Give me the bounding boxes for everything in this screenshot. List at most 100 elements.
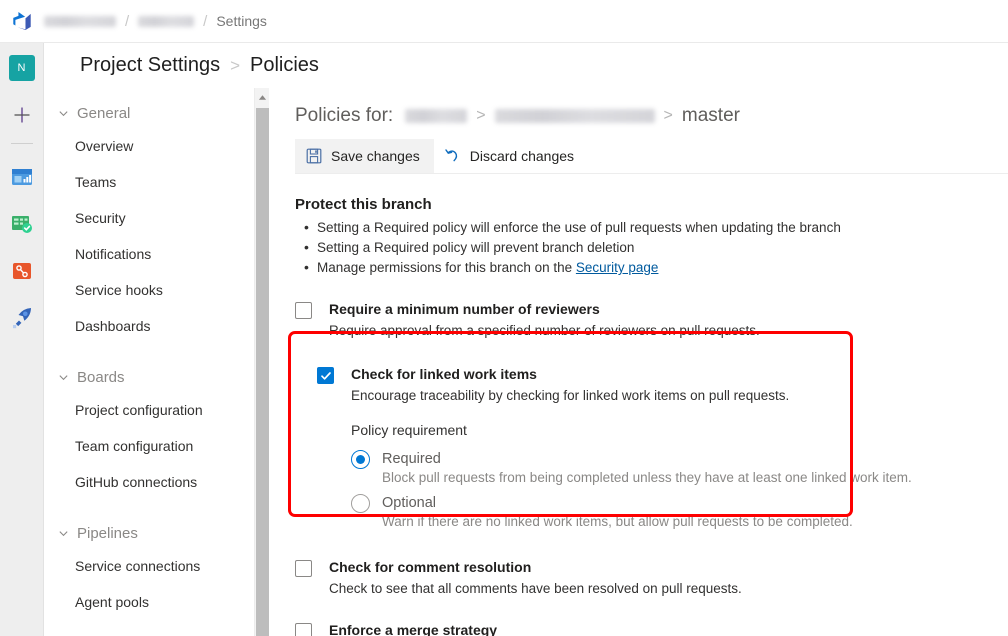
policy-header: Enforce a merge strategy	[295, 622, 1008, 636]
nav-item-label: Service hooks	[75, 282, 163, 298]
bullet-prefix: Manage permissions for this branch on th…	[317, 260, 576, 275]
radio-label: Optional	[382, 494, 853, 512]
sidebar-item-service-hooks[interactable]: Service hooks	[44, 272, 254, 308]
repos-icon[interactable]	[8, 257, 36, 285]
nav-item-label: Teams	[75, 174, 116, 190]
policies-crumb-repo-blurred[interactable]	[495, 109, 655, 123]
policy-description: Check to see that all comments have been…	[329, 581, 1008, 596]
page-title-separator: >	[220, 56, 250, 76]
nav-scrollbar[interactable]	[254, 88, 269, 636]
protect-branch-heading: Protect this branch	[295, 196, 1008, 213]
rail-divider	[11, 143, 33, 144]
policy-option-optional[interactable]: Optional Warn if there are no linked wor…	[351, 494, 1008, 529]
radio-required[interactable]	[351, 450, 370, 469]
nav-group-label: General	[77, 105, 130, 122]
chevron-down-icon	[56, 526, 70, 540]
policy-enforce-merge-strategy: Enforce a merge strategy Require a speci…	[295, 622, 1008, 636]
breadcrumb-settings[interactable]: Settings	[216, 13, 267, 29]
discard-changes-button[interactable]: Discard changes	[434, 139, 588, 173]
policy-header: Require a minimum number of reviewers	[295, 301, 1008, 319]
radio-optional[interactable]	[351, 494, 370, 513]
chevron-down-icon	[56, 370, 70, 384]
sidebar-item-dashboards[interactable]: Dashboards	[44, 308, 254, 344]
chevron-down-icon	[56, 106, 70, 120]
policy-option-required[interactable]: Required Block pull requests from being …	[351, 450, 1008, 485]
nav-item-label: Agent pools	[75, 594, 149, 610]
policy-check-linked-work-items: Check for linked work items Encourage tr…	[317, 366, 1008, 529]
policies-crumb-project-blurred[interactable]	[405, 109, 467, 123]
sidebar-item-security[interactable]: Security	[44, 200, 254, 236]
bullet-item-with-link: Manage permissions for this branch on th…	[295, 258, 1008, 278]
save-floppy-icon	[305, 148, 322, 165]
nav-group-label: Pipelines	[77, 525, 138, 542]
nav-group-general[interactable]: General	[44, 98, 254, 128]
left-icon-rail: N	[0, 43, 44, 636]
sidebar-item-team-configuration[interactable]: Team configuration	[44, 428, 254, 464]
sidebar-item-service-connections[interactable]: Service connections	[44, 548, 254, 584]
avatar[interactable]: N	[9, 55, 35, 81]
pipelines-icon[interactable]	[8, 304, 36, 332]
policy-description: Require approval from a specified number…	[329, 323, 1008, 338]
policy-header: Check for linked work items	[317, 366, 1008, 384]
policies-crumb-separator-2: >	[655, 107, 682, 125]
nav-item-label: GitHub connections	[75, 474, 197, 490]
sidebar-item-agent-pools[interactable]: Agent pools	[44, 584, 254, 620]
policy-checkbox-enforce-merge-strategy[interactable]	[295, 623, 312, 636]
overview-icon[interactable]	[8, 163, 36, 191]
radio-label: Required	[382, 450, 912, 468]
bullet-item: Setting a Required policy will prevent b…	[295, 238, 1008, 258]
radio-text-block: Optional Warn if there are no linked wor…	[382, 494, 853, 529]
policies-crumb-separator-1: >	[467, 107, 494, 125]
breadcrumb-separator-2: /	[194, 13, 216, 30]
policy-checkbox-check-comment-resolution[interactable]	[295, 560, 312, 577]
breadcrumb: / / Settings	[44, 13, 267, 30]
policy-requirement-label: Policy requirement	[351, 422, 1008, 438]
save-changes-button[interactable]: Save changes	[295, 139, 434, 173]
policy-title: Require a minimum number of reviewers	[329, 301, 600, 317]
checkmark-icon	[320, 370, 332, 382]
page-subtitle: Policies	[250, 54, 319, 77]
sidebar-item-overview[interactable]: Overview	[44, 128, 254, 164]
nav-item-label: Team configuration	[75, 438, 193, 454]
policies-crumb-branch: master	[682, 105, 740, 127]
nav-spacer	[44, 500, 254, 518]
protect-branch-bullets: Setting a Required policy will enforce t…	[295, 218, 1008, 278]
azure-devops-logo-icon[interactable]	[0, 0, 44, 43]
radio-text-block: Required Block pull requests from being …	[382, 450, 912, 485]
nav-item-label: Service connections	[75, 558, 200, 574]
policy-title: Check for comment resolution	[329, 559, 531, 575]
sidebar-item-github-connections[interactable]: GitHub connections	[44, 464, 254, 500]
policy-require-minimum-reviewers: Require a minimum number of reviewers Re…	[295, 301, 1008, 338]
page-title[interactable]: Project Settings	[80, 54, 220, 77]
policy-title: Enforce a merge strategy	[329, 622, 497, 636]
policy-checkbox-require-minimum-reviewers[interactable]	[295, 302, 312, 319]
breadcrumb-separator-1: /	[116, 13, 138, 30]
sidebar-item-notifications[interactable]: Notifications	[44, 236, 254, 272]
sidebar-item-teams[interactable]: Teams	[44, 164, 254, 200]
policy-checkbox-check-linked-work-items[interactable]	[317, 367, 334, 384]
policy-check-comment-resolution: Check for comment resolution Check to se…	[295, 559, 1008, 596]
nav-item-label: Security	[75, 210, 126, 226]
policy-toolbar: Save changes Discard changes	[295, 139, 1008, 174]
main-content: Policies for: > > master Save changes	[269, 88, 1008, 636]
breadcrumb-organization-blurred[interactable]	[44, 16, 116, 27]
page-header: Project Settings > Policies	[44, 43, 1008, 88]
settings-nav: General Overview Teams Security Notifica…	[44, 88, 254, 636]
nav-item-label: Project configuration	[75, 402, 203, 418]
scrollbar-thumb[interactable]	[256, 108, 269, 636]
nav-item-label: Notifications	[75, 246, 151, 262]
plus-icon[interactable]	[8, 101, 36, 129]
save-changes-label: Save changes	[331, 148, 420, 164]
nav-group-boards[interactable]: Boards	[44, 362, 254, 392]
breadcrumb-project-blurred[interactable]	[138, 16, 194, 27]
nav-group-label: Boards	[77, 369, 125, 386]
sidebar-item-project-configuration[interactable]: Project configuration	[44, 392, 254, 428]
discard-changes-label: Discard changes	[470, 148, 574, 164]
policy-description: Encourage traceability by checking for l…	[351, 388, 1008, 403]
policies-for-breadcrumb: Policies for: > > master	[295, 105, 1008, 127]
nav-group-pipelines[interactable]: Pipelines	[44, 518, 254, 548]
boards-icon[interactable]	[8, 210, 36, 238]
undo-arrow-icon	[444, 148, 461, 165]
caret-up-icon[interactable]	[255, 88, 270, 104]
security-page-link[interactable]: Security page	[576, 260, 659, 275]
